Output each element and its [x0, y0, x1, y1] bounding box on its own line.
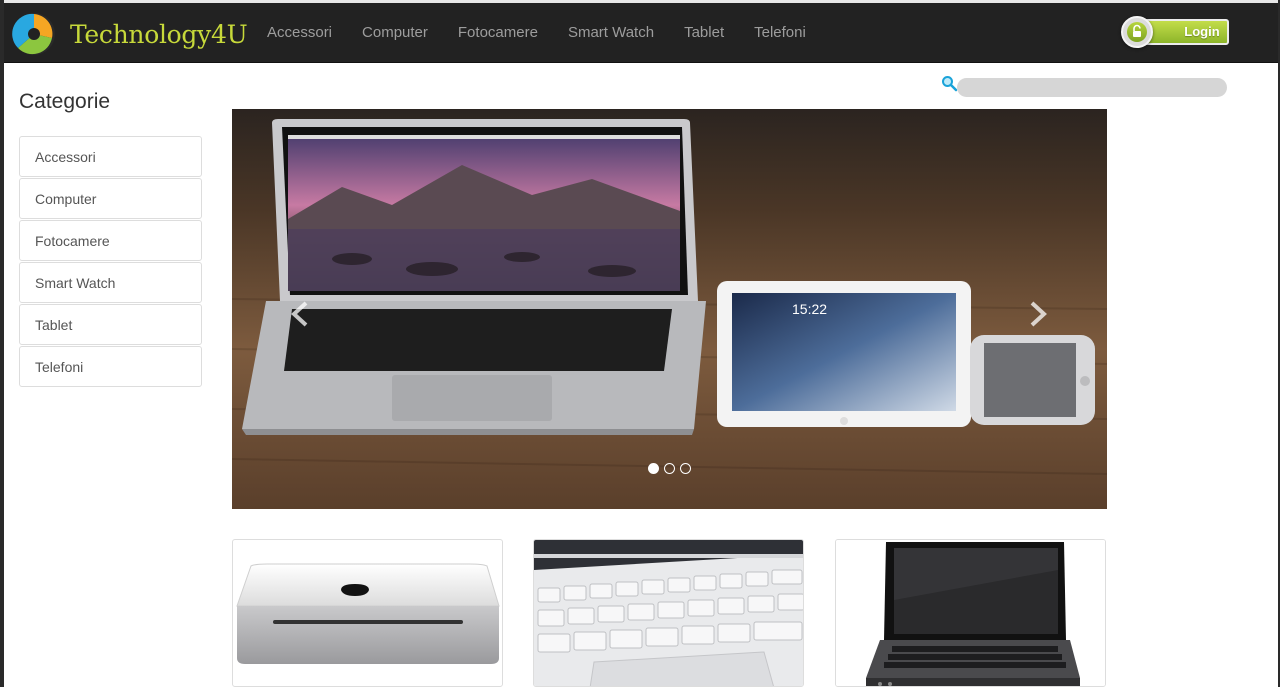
- chevron-left-icon[interactable]: [288, 299, 312, 329]
- product-card-mac-mini[interactable]: [232, 539, 503, 687]
- carousel-dot-2[interactable]: [664, 463, 675, 474]
- carousel-dot-3[interactable]: [680, 463, 691, 474]
- login-badge: [1121, 16, 1153, 48]
- carousel-dot-1[interactable]: [648, 463, 659, 474]
- category-item-fotocamere[interactable]: Fotocamere: [19, 220, 202, 261]
- brand-name: Technology4U: [70, 19, 248, 49]
- carousel-slide-image: 15:22: [232, 109, 1107, 509]
- svg-text:15:22: 15:22: [792, 301, 827, 317]
- category-item-computer[interactable]: Computer: [19, 178, 202, 219]
- category-item-smart-watch[interactable]: Smart Watch: [19, 262, 202, 303]
- nav-item-accessori[interactable]: Accessori: [252, 3, 347, 63]
- product-card-black-laptop[interactable]: [835, 539, 1106, 687]
- nav-item-fotocamere[interactable]: Fotocamere: [443, 3, 553, 63]
- brand-home-link[interactable]: Technology4U: [12, 12, 248, 56]
- black-laptop-image: [836, 540, 1105, 686]
- categories-list: Accessori Computer Fotocamere Smart Watc…: [19, 136, 202, 388]
- brand-logo-icon: [12, 13, 55, 55]
- main-nav: Accessori Computer Fotocamere Smart Watc…: [252, 3, 821, 63]
- nav-item-telefoni[interactable]: Telefoni: [739, 3, 821, 63]
- nav-item-computer[interactable]: Computer: [347, 3, 443, 63]
- category-item-accessori[interactable]: Accessori: [19, 136, 202, 177]
- nav-item-smart-watch[interactable]: Smart Watch: [553, 3, 669, 63]
- login-label: Login: [1184, 24, 1220, 39]
- carousel-indicators: [648, 463, 696, 474]
- categories-heading: Categorie: [19, 90, 111, 113]
- search-icon[interactable]: [941, 75, 959, 93]
- search-input[interactable]: [957, 78, 1227, 97]
- category-item-tablet[interactable]: Tablet: [19, 304, 202, 345]
- login-button[interactable]: Login: [1121, 16, 1229, 48]
- hero-carousel: 15:22: [232, 109, 1107, 509]
- window-left-border: [0, 0, 4, 687]
- mac-mini-image: [236, 563, 500, 664]
- category-item-telefoni[interactable]: Telefoni: [19, 346, 202, 387]
- chevron-right-icon[interactable]: [1026, 299, 1050, 329]
- top-navbar: Technology4U Accessori Computer Fotocame…: [4, 3, 1278, 63]
- unlock-icon: [1127, 22, 1147, 42]
- asus-laptop-image: [534, 540, 803, 686]
- product-card-asus-laptop[interactable]: [533, 539, 804, 687]
- nav-item-tablet[interactable]: Tablet: [669, 3, 739, 63]
